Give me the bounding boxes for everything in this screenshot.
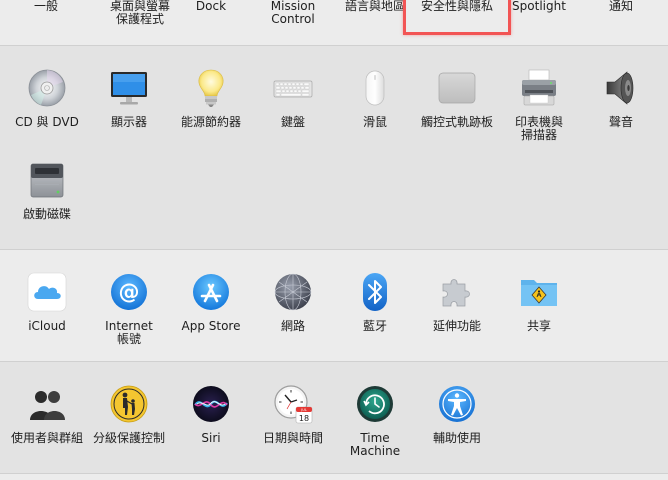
pane-notifications[interactable]: 通知 <box>580 0 662 13</box>
pane-label: 聲音 <box>608 115 633 129</box>
network-icon <box>274 273 312 311</box>
calendar-month: JUL <box>300 408 307 412</box>
pane-label: 觸控式軌跡板 <box>420 115 493 129</box>
pane-sharing[interactable]: 共享 <box>498 272 580 333</box>
pane-label: 能源節約器 <box>180 115 241 129</box>
pane-keyboard[interactable]: 鍵盤 <box>252 68 334 129</box>
bluetooth-icon <box>363 273 387 311</box>
other-section <box>0 473 668 480</box>
pane-label: 鍵盤 <box>280 115 305 129</box>
pane-label: 日期與時間 <box>262 431 323 445</box>
system-preferences-window: 一般 桌面與螢幕 保護程式 Dock Mission Control 語言與地區… <box>0 0 668 480</box>
pane-label: 延伸功能 <box>432 319 481 333</box>
pane-label: 輔助使用 <box>432 431 481 445</box>
internet-wireless-section: iCloud @ Internet 帳號 App Store 網路 藍牙 延伸功… <box>0 249 668 362</box>
svg-text:@: @ <box>119 280 140 304</box>
pane-extensions[interactable]: 延伸功能 <box>416 272 498 333</box>
pane-bluetooth[interactable]: 藍牙 <box>334 272 416 333</box>
pane-label: 啟動磁碟 <box>22 207 71 221</box>
trackpad-icon <box>438 72 476 104</box>
pane-time-machine[interactable]: Time Machine <box>334 384 416 458</box>
pane-sound[interactable]: 聲音 <box>580 68 662 129</box>
icloud-icon <box>27 272 67 312</box>
pane-date-time[interactable]: JUL 18 日期與時間 <box>252 384 334 445</box>
pane-label: 滑鼠 <box>362 115 387 129</box>
pane-icloud[interactable]: iCloud <box>6 272 88 333</box>
energy-saver-icon <box>198 69 224 107</box>
pane-label: iCloud <box>28 319 66 333</box>
pane-label: 印表機與 掃描器 <box>514 115 563 142</box>
users-groups-icon <box>30 391 65 420</box>
accessibility-icon <box>439 386 475 422</box>
selection-highlight <box>403 0 511 35</box>
pane-startup-disk[interactable]: 啟動磁碟 <box>6 160 88 221</box>
app-store-icon <box>193 274 229 310</box>
pane-label: 藍牙 <box>362 319 387 333</box>
pane-internet-accounts[interactable]: @ Internet 帳號 <box>88 272 170 346</box>
siri-icon <box>193 386 229 422</box>
pane-label: 網路 <box>280 319 305 333</box>
pane-label: Time Machine <box>349 431 401 458</box>
internet-accounts-icon: @ <box>111 274 147 310</box>
hardware-section: CD 與 DVD 顯示器 能源節約器 鍵盤 滑鼠 觸控式軌跡板 印表機與 掃描器… <box>0 45 668 250</box>
keyboard-icon <box>273 80 313 98</box>
pane-label: App Store <box>181 319 241 333</box>
pane-energy-saver[interactable]: 能源節約器 <box>170 68 252 129</box>
parental-controls-icon <box>110 385 148 423</box>
pane-label: 使用者與群組 <box>10 431 83 445</box>
system-section: 使用者與群組 分級保護控制 Siri JUL 18 日期與時間 Time Mac… <box>0 361 668 474</box>
time-machine-icon <box>357 386 393 422</box>
pane-accessibility[interactable]: 輔助使用 <box>416 384 498 445</box>
pane-displays[interactable]: 顯示器 <box>88 68 170 129</box>
pane-printers-scanners[interactable]: 印表機與 掃描器 <box>498 68 580 142</box>
pane-cd-dvd[interactable]: CD 與 DVD <box>6 68 88 129</box>
cd-dvd-icon <box>28 69 66 107</box>
pane-siri[interactable]: Siri <box>170 384 252 445</box>
pane-trackpad[interactable]: 觸控式軌跡板 <box>416 68 498 129</box>
calendar-day: 18 <box>299 414 309 423</box>
pane-app-store[interactable]: App Store <box>170 272 252 333</box>
startup-disk-icon <box>30 163 64 198</box>
personal-section: 一般 桌面與螢幕 保護程式 Dock Mission Control 語言與地區… <box>0 0 668 45</box>
pane-label: Siri <box>201 431 221 445</box>
pane-general[interactable]: 一般 <box>5 0 87 13</box>
pane-mouse[interactable]: 滑鼠 <box>334 68 416 129</box>
pane-label: 顯示器 <box>110 115 147 129</box>
date-time-icon: JUL 18 <box>274 385 313 424</box>
speaker-icon <box>606 71 634 105</box>
pane-label: CD 與 DVD <box>15 115 79 129</box>
pane-dock[interactable]: Dock <box>170 0 252 13</box>
display-icon <box>111 72 147 105</box>
pane-users-groups[interactable]: 使用者與群組 <box>6 384 88 445</box>
pane-desktop-screensaver[interactable]: 桌面與螢幕 保護程式 <box>99 0 181 26</box>
pane-parental-controls[interactable]: 分級保護控制 <box>88 384 170 445</box>
pane-mission-control[interactable]: Mission Control <box>252 0 334 26</box>
sharing-icon <box>521 280 557 306</box>
pane-network[interactable]: 網路 <box>252 272 334 333</box>
pane-label: Internet 帳號 <box>105 319 153 346</box>
pane-label: 共享 <box>526 319 551 333</box>
mouse-icon <box>365 70 385 106</box>
extensions-icon <box>442 279 470 307</box>
printer-icon <box>522 69 556 106</box>
pane-label: 分級保護控制 <box>92 431 165 445</box>
